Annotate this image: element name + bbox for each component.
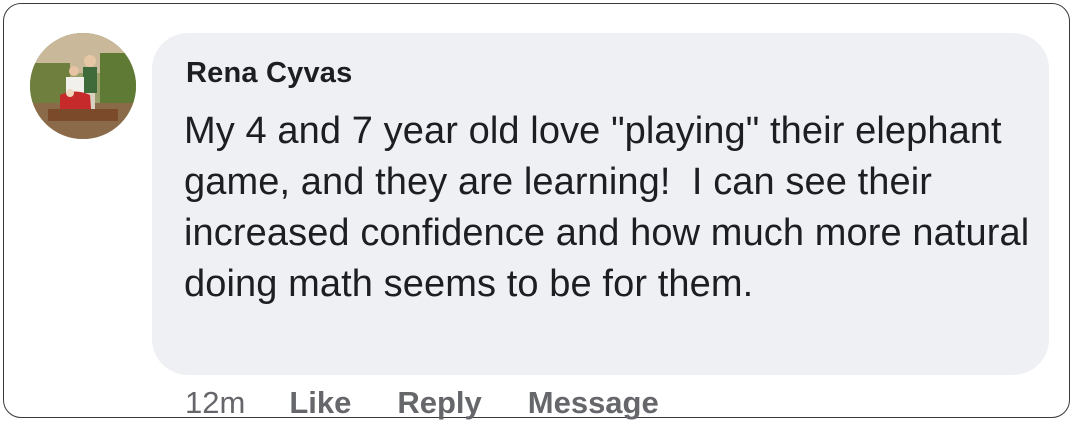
comment-actions: 12m Like Reply Message: [185, 383, 705, 423]
comment-author-name[interactable]: Rena Cyvas: [186, 57, 352, 90]
profile-photo-icon: [30, 33, 136, 139]
comment-bubble: Rena Cyvas My 4 and 7 year old love "pla…: [152, 33, 1049, 375]
message-button[interactable]: Message: [528, 385, 659, 421]
avatar[interactable]: [30, 33, 136, 139]
like-button[interactable]: Like: [289, 385, 351, 421]
reply-button[interactable]: Reply: [397, 385, 481, 421]
comment-body: My 4 and 7 year old love "playing" their…: [184, 110, 1040, 305]
comment-timestamp[interactable]: 12m: [185, 385, 245, 421]
